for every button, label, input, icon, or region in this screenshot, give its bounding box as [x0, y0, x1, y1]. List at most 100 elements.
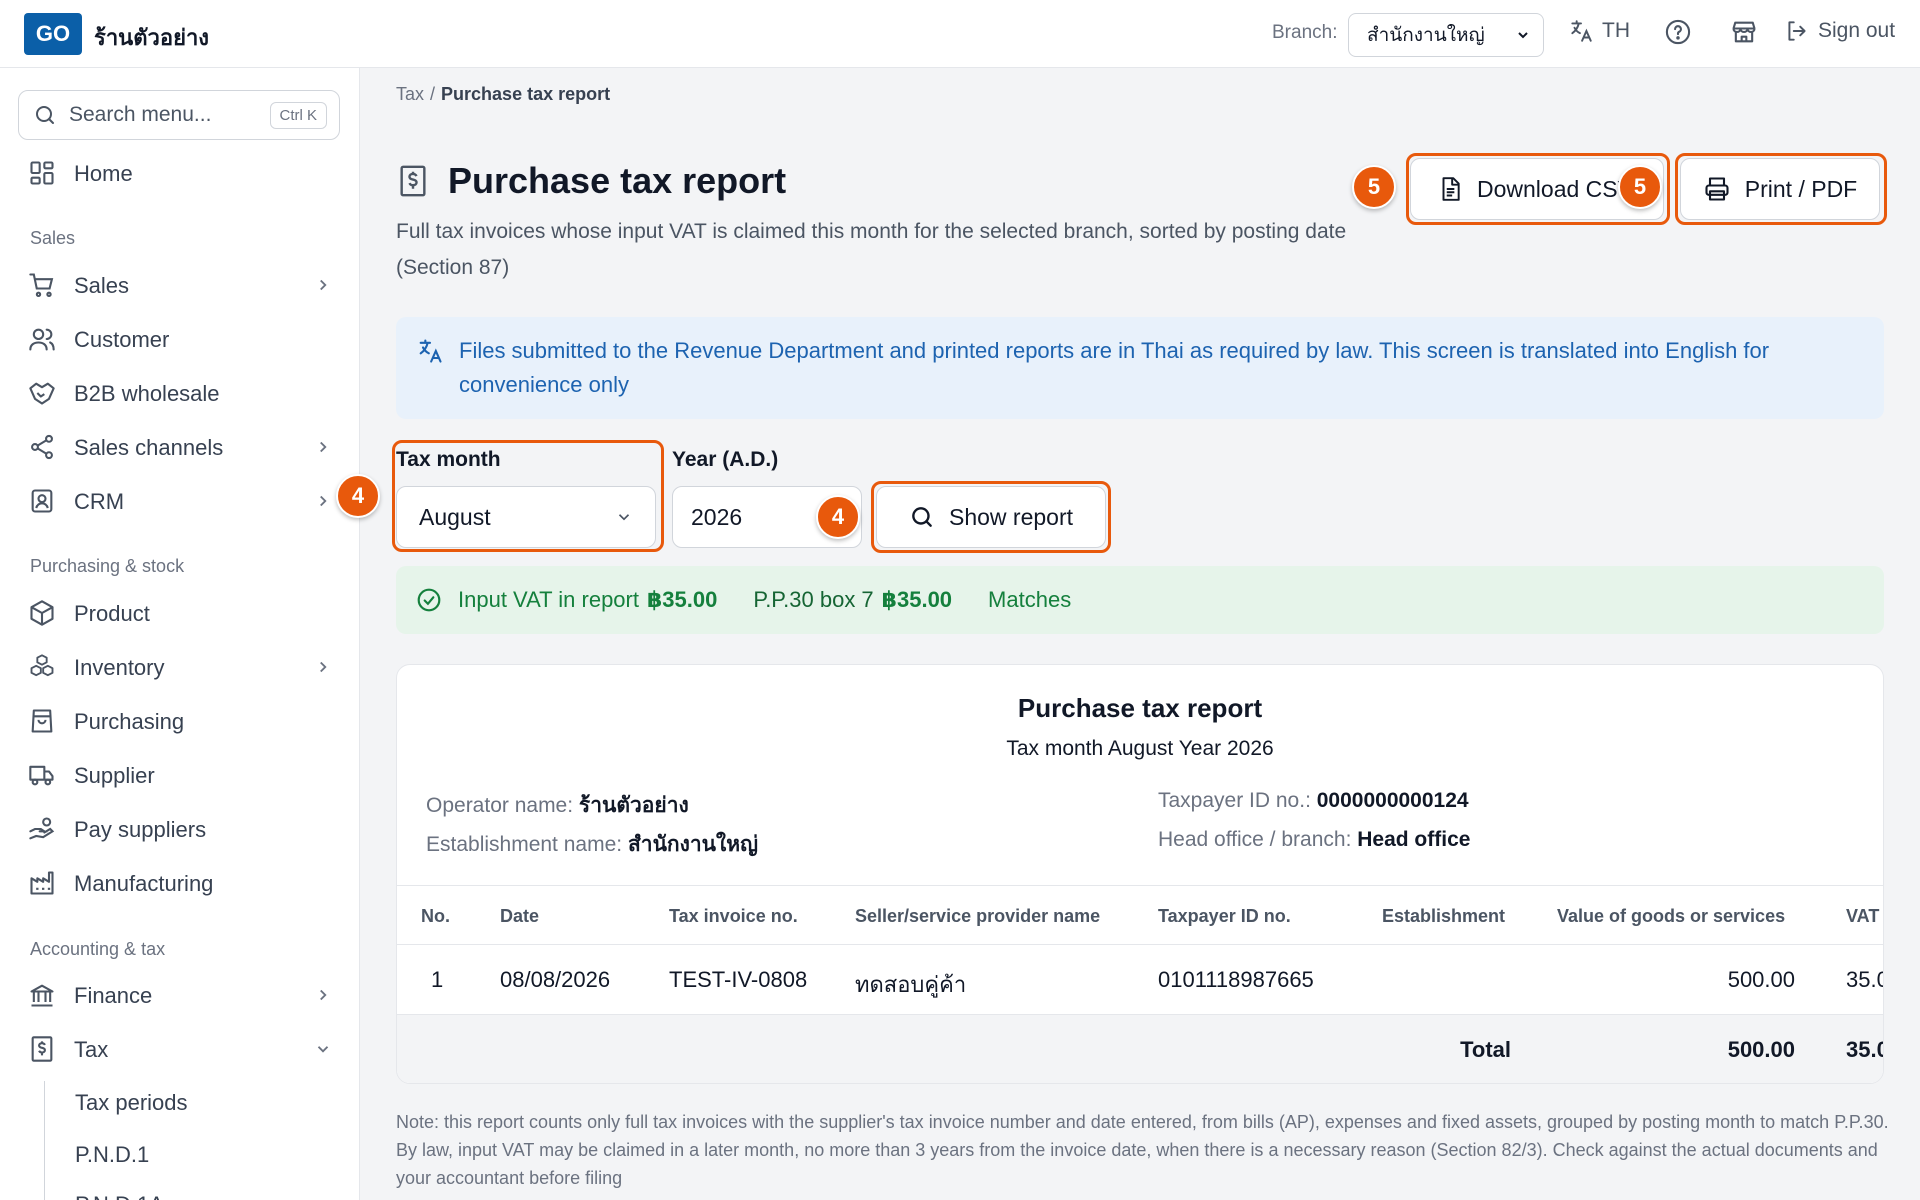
taxpayer-id: Taxpayer ID no.: 0000000000124	[1158, 789, 1469, 813]
show-report-button[interactable]: Show report	[876, 486, 1106, 548]
sidebar-item-label: Finance	[74, 983, 153, 1008]
sidebar-subitem-pnd1[interactable]: P.N.D.1	[75, 1142, 149, 1168]
sidebar-item-customer[interactable]: Customer	[28, 318, 332, 362]
truck-icon	[28, 761, 58, 791]
section-purchasing-stock: Purchasing & stock	[30, 556, 185, 576]
sidebar-item-label: B2B wholesale	[74, 381, 220, 406]
translate-icon	[1568, 18, 1594, 44]
column-header: Establishment	[1382, 906, 1506, 926]
sidebar-subitem-pnd1a[interactable]: P.N.D.1A	[75, 1192, 164, 1200]
step-badge: 4	[336, 474, 380, 518]
establishment-value: สำนักงานใหญ่	[627, 833, 759, 856]
info-banner-text: Files submitted to the Revenue Departmen…	[459, 338, 1770, 397]
sidebar-item-crm[interactable]: CRM	[28, 480, 332, 524]
factory-icon	[28, 869, 58, 899]
sidebar-item-b2b-wholesale[interactable]: B2B wholesale	[28, 372, 332, 416]
branch-type-value: Head office	[1357, 828, 1471, 851]
receipt-dollar-icon	[28, 1035, 58, 1065]
sidebar-item-label: Home	[74, 161, 133, 186]
sidebar-item-label: Sales channels	[74, 435, 224, 460]
hand-coins-icon	[28, 815, 58, 845]
sidebar-subitem-tax-periods[interactable]: Tax periods	[75, 1090, 188, 1116]
report-card: Purchase tax report Tax month August Yea…	[396, 664, 1884, 1084]
branch-type-label: Head office / branch:	[1158, 828, 1352, 851]
cell-seller-name: ทดสอบคู่ค้า	[855, 972, 967, 997]
sidebar-item-label: Supplier	[74, 763, 155, 788]
cell-date: 08/08/2026	[500, 967, 611, 992]
sidebar-item-sales-channels[interactable]: Sales channels	[28, 426, 332, 470]
sidebar-item-home[interactable]: Home	[28, 152, 332, 196]
search-placeholder: Search menu...	[69, 103, 212, 126]
total-label: Total	[1460, 1037, 1511, 1062]
sidebar-item-purchasing[interactable]: Purchasing	[28, 700, 332, 744]
operator-value: ร้านตัวอย่าง	[578, 794, 689, 817]
cell-value: 500.00	[1727, 967, 1795, 992]
search-icon	[33, 103, 57, 127]
sidebar-item-label: Product	[74, 601, 150, 626]
tax-month-select[interactable]: August	[396, 486, 656, 548]
sidebar-item-label: Tax	[74, 1037, 109, 1062]
sign-out-button[interactable]: Sign out	[1784, 18, 1895, 44]
chevron-right-icon	[314, 986, 332, 1004]
info-banner: Files submitted to the Revenue Departmen…	[396, 317, 1884, 419]
table-header: No. Date Tax invoice no. Seller/service …	[397, 885, 1883, 945]
file-text-icon	[1437, 175, 1463, 203]
sidebar-item-supplier[interactable]: Supplier	[28, 754, 332, 798]
report-title: Purchase tax report	[1017, 693, 1263, 723]
store-icon	[1730, 18, 1758, 46]
cell-no: 1	[431, 967, 444, 992]
report-subtitle: Tax month August Year 2026	[1006, 737, 1274, 760]
cell-taxpayer-id: 0101118987665	[1158, 967, 1314, 992]
page-description: Full tax invoices whose input VAT is cla…	[396, 220, 1347, 279]
help-icon	[1664, 18, 1692, 46]
app-logo[interactable]: GO	[24, 13, 82, 55]
column-header: No.	[421, 906, 450, 926]
sidebar-item-label: Manufacturing	[74, 871, 214, 896]
branch-value: สำนักงานใหญ่	[1367, 25, 1485, 46]
sidebar-item-sales[interactable]: Sales	[28, 264, 332, 308]
search-shortcut: Ctrl K	[269, 101, 327, 129]
sidebar-item-inventory[interactable]: Inventory	[28, 646, 332, 690]
bank-icon	[28, 981, 58, 1011]
sidebar-item-manufacturing[interactable]: Manufacturing	[28, 862, 332, 906]
boxes-icon	[28, 653, 58, 683]
chevron-down-icon	[1515, 27, 1531, 43]
sidebar: Search menu... Ctrl K Home Sales Sales C…	[0, 68, 360, 1200]
sidebar-item-finance[interactable]: Finance	[28, 974, 332, 1018]
breadcrumb-parent[interactable]: Tax	[396, 84, 424, 104]
column-header: Seller/service provider name	[855, 906, 1101, 926]
show-report-label: Show report	[948, 503, 1073, 530]
sign-out-label: Sign out	[1818, 19, 1896, 42]
store-button[interactable]	[1730, 18, 1758, 46]
translate-icon	[416, 337, 444, 365]
users-icon	[28, 325, 58, 355]
sidebar-item-label: Purchasing	[74, 709, 185, 734]
step-badge: 5	[1352, 165, 1396, 209]
pp30-value: ฿35.00	[881, 587, 953, 612]
column-header: Date	[500, 906, 540, 926]
total-vat: 35.00	[1846, 1037, 1883, 1062]
sidebar-item-pay-suppliers[interactable]: Pay suppliers	[28, 808, 332, 852]
step-badge: 4	[816, 495, 860, 539]
establishment-name: Establishment name: สำนักงานใหญ่	[426, 828, 758, 861]
language-switch[interactable]: TH	[1568, 18, 1630, 44]
sidebar-item-tax[interactable]: Tax	[28, 1028, 332, 1072]
store-name: ร้านตัวอย่าง	[94, 25, 210, 50]
table-row[interactable]: 1 08/08/2026 TEST-IV-0808 ทดสอบคู่ค้า 01…	[397, 945, 1883, 1015]
sidebar-item-product[interactable]: Product	[28, 592, 332, 636]
cart-icon	[28, 271, 58, 301]
match-status: Matches	[988, 587, 1072, 612]
print-pdf-label: Print / PDF	[1744, 175, 1858, 202]
chevron-down-icon	[314, 1040, 332, 1058]
tax-month-value: August	[419, 503, 491, 530]
search-menu-input[interactable]: Search menu... Ctrl K	[18, 90, 340, 140]
taxpayer-value: 0000000000124	[1316, 789, 1469, 812]
branch-select[interactable]: สำนักงานใหญ่	[1348, 13, 1544, 57]
sign-out-icon	[1784, 18, 1810, 44]
chevron-right-icon	[314, 276, 332, 294]
operator-label: Operator name:	[426, 794, 574, 817]
submenu-guide-line	[44, 1081, 45, 1200]
print-pdf-button[interactable]: Print / PDF	[1680, 158, 1880, 220]
help-button[interactable]	[1664, 18, 1692, 46]
share-icon	[28, 433, 58, 463]
